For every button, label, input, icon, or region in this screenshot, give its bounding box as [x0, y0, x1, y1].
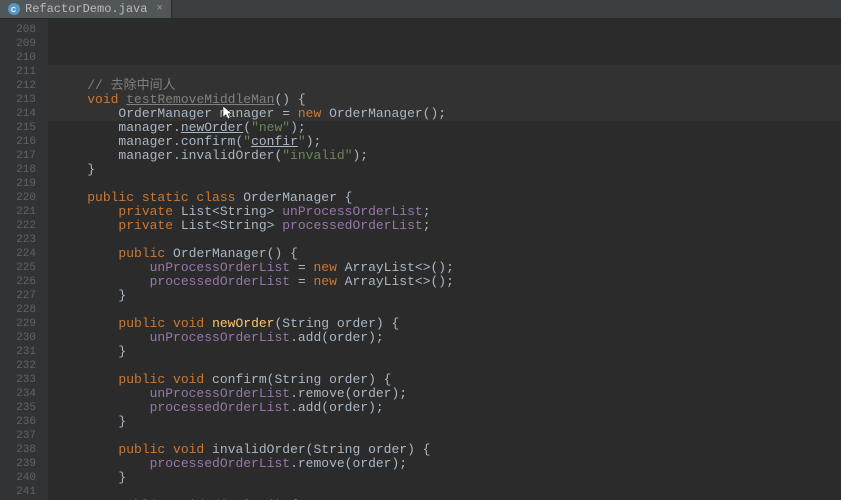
code-line[interactable]: } — [56, 471, 841, 485]
code-line[interactable]: // 去除中间人 — [56, 79, 841, 93]
code-line[interactable]: manager.confirm("confir"); — [56, 135, 841, 149]
line-number: 214 — [0, 107, 36, 121]
line-number: 219 — [0, 177, 36, 191]
line-number: 231 — [0, 345, 36, 359]
line-number: 225 — [0, 261, 36, 275]
line-number: 233 — [0, 373, 36, 387]
code-line[interactable]: private List<String> unProcessOrderList; — [56, 205, 841, 219]
line-number: 241 — [0, 485, 36, 499]
line-number: 226 — [0, 275, 36, 289]
line-number: 212 — [0, 79, 36, 93]
line-number: 228 — [0, 303, 36, 317]
code-editor[interactable]: 2082092102112122132142152162172182192202… — [0, 19, 841, 500]
line-number: 210 — [0, 51, 36, 65]
line-number: 232 — [0, 359, 36, 373]
tab-filename: RefactorDemo.java — [25, 2, 147, 16]
line-number: 220 — [0, 191, 36, 205]
code-line[interactable]: } — [56, 289, 841, 303]
code-line[interactable] — [56, 177, 841, 191]
code-line[interactable]: processedOrderList.remove(order); — [56, 457, 841, 471]
line-number: 221 — [0, 205, 36, 219]
code-line[interactable]: public void newOrder(String order) { — [56, 317, 841, 331]
line-number: 223 — [0, 233, 36, 247]
line-number: 239 — [0, 457, 36, 471]
line-number: 215 — [0, 121, 36, 135]
code-line[interactable]: public static class OrderManager { — [56, 191, 841, 205]
line-number: 209 — [0, 37, 36, 51]
code-line[interactable]: void testRemoveMiddleMan() { — [56, 93, 841, 107]
line-number: 240 — [0, 471, 36, 485]
line-number: 236 — [0, 415, 36, 429]
line-number: 208 — [0, 23, 36, 37]
code-line[interactable] — [56, 65, 841, 79]
java-class-icon: C — [8, 3, 20, 15]
code-line[interactable] — [56, 303, 841, 317]
code-line[interactable]: processedOrderList = new ArrayList<>(); — [56, 275, 841, 289]
code-line[interactable]: private List<String> processedOrderList; — [56, 219, 841, 233]
close-icon[interactable]: × — [156, 3, 163, 15]
code-line[interactable]: processedOrderList.add(order); — [56, 401, 841, 415]
line-number: 234 — [0, 387, 36, 401]
tab-bar: C RefactorDemo.java × — [0, 0, 841, 19]
code-line[interactable]: manager.invalidOrder("invalid"); — [56, 149, 841, 163]
code-line[interactable]: unProcessOrderList = new ArrayList<>(); — [56, 261, 841, 275]
line-number: 238 — [0, 443, 36, 457]
line-number: 237 — [0, 429, 36, 443]
line-number: 211 — [0, 65, 36, 79]
code-line[interactable]: } — [56, 415, 841, 429]
code-line[interactable] — [56, 233, 841, 247]
code-line[interactable]: } — [56, 163, 841, 177]
code-line[interactable]: } — [56, 345, 841, 359]
line-number: 229 — [0, 317, 36, 331]
line-number: 224 — [0, 247, 36, 261]
editor-tab[interactable]: C RefactorDemo.java × — [0, 0, 172, 18]
code-line[interactable]: manager.newOrder("new"); — [56, 121, 841, 135]
line-number: 218 — [0, 163, 36, 177]
code-line[interactable]: public OrderManager() { — [56, 247, 841, 261]
code-line[interactable]: OrderManager manager = new OrderManager(… — [56, 107, 841, 121]
code-line[interactable]: unProcessOrderList.remove(order); — [56, 387, 841, 401]
line-number: 216 — [0, 135, 36, 149]
line-number: 235 — [0, 401, 36, 415]
line-number: 222 — [0, 219, 36, 233]
line-number: 227 — [0, 289, 36, 303]
svg-text:C: C — [11, 7, 16, 13]
code-line[interactable]: unProcessOrderList.add(order); — [56, 331, 841, 345]
code-line[interactable] — [56, 485, 841, 499]
line-number-gutter: 2082092102112122132142152162172182192202… — [0, 19, 48, 500]
code-line[interactable]: public void invalidOrder(String order) { — [56, 443, 841, 457]
code-line[interactable] — [56, 359, 841, 373]
line-number: 217 — [0, 149, 36, 163]
code-line[interactable]: public void confirm(String order) { — [56, 373, 841, 387]
line-number: 213 — [0, 93, 36, 107]
line-number: 230 — [0, 331, 36, 345]
code-area[interactable]: // 去除中间人 void testRemoveMiddleMan() { Or… — [48, 19, 841, 500]
code-line[interactable] — [56, 429, 841, 443]
